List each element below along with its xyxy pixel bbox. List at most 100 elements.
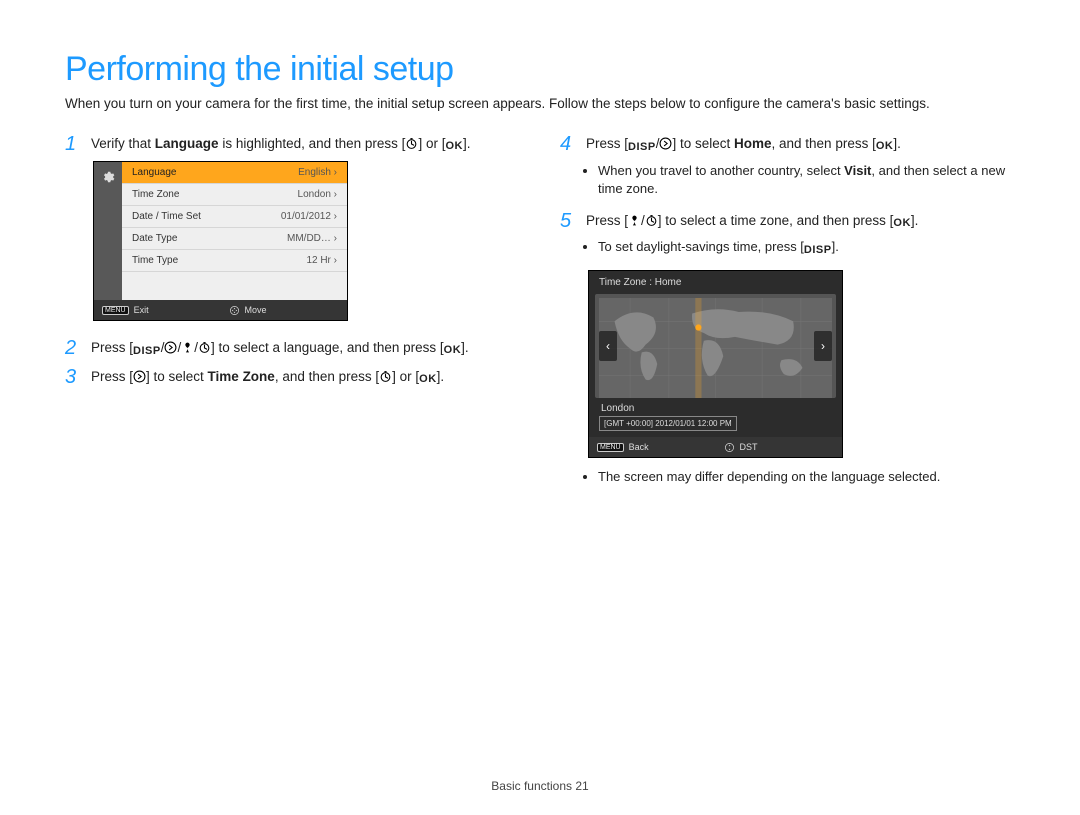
dpad-icon	[229, 305, 240, 316]
bold-language: Language	[155, 136, 219, 151]
row-value: London ›	[298, 189, 337, 200]
step-number: 1	[65, 133, 81, 155]
disp-icon: DISP	[804, 243, 832, 258]
row-label: Date Type	[132, 233, 177, 244]
macro-icon	[181, 341, 194, 354]
world-map: ‹ ›	[595, 294, 836, 398]
content-columns: 1 Verify that Language is highlighted, a…	[65, 133, 1015, 498]
dpad-icon	[724, 442, 735, 453]
text: Press [	[586, 136, 628, 151]
right-arrow-icon	[133, 370, 146, 383]
row-language[interactable]: Language English ›	[122, 162, 347, 184]
row-label: Date / Time Set	[132, 211, 201, 222]
row-label: Time Zone	[132, 189, 179, 200]
bullet: When you travel to another country, sele…	[598, 162, 1015, 198]
step-number: 4	[560, 133, 576, 155]
text: ].	[893, 136, 901, 151]
row-datetype[interactable]: Date Type MM/DD… ›	[122, 228, 347, 250]
page-title: Performing the initial setup	[65, 50, 1015, 89]
text: Press [	[91, 340, 133, 355]
footer-section: Basic functions	[491, 779, 575, 793]
row-datetime[interactable]: Date / Time Set 01/01/2012 ›	[122, 206, 347, 228]
text: ] or [	[418, 136, 445, 151]
row-value: MM/DD… ›	[287, 233, 337, 244]
prev-zone-button[interactable]: ‹	[599, 331, 617, 361]
row-value: 12 Hr ›	[306, 255, 337, 266]
tz-footer-back[interactable]: MENU Back	[589, 437, 716, 457]
tz-gmt: [GMT +00:00] 2012/01/01 12:00 PM	[599, 416, 737, 431]
disp-icon: DISP	[628, 140, 656, 155]
footer-label: Move	[245, 305, 267, 315]
row-label: Time Type	[132, 255, 178, 266]
text: ] to select a time zone, and then press …	[658, 213, 894, 228]
tz-footer-dst[interactable]: DST	[716, 437, 843, 457]
text: is highlighted, and then press [	[219, 136, 406, 151]
text: ].	[911, 213, 919, 228]
step-text: Press [DISP///] to select a language, an…	[91, 337, 469, 359]
text: Verify that	[91, 136, 155, 151]
step-number: 5	[560, 210, 576, 232]
intro-text: When you turn on your camera for the fir…	[65, 95, 1015, 113]
text: To set daylight-savings time, press [	[598, 239, 804, 254]
row-timetype[interactable]: Time Type 12 Hr ›	[122, 250, 347, 272]
text: ].	[832, 239, 839, 254]
text: ].	[437, 369, 445, 384]
text: Press [	[91, 369, 133, 384]
step-4-bullets: When you travel to another country, sele…	[598, 162, 1015, 198]
next-zone-button[interactable]: ›	[814, 331, 832, 361]
text: ] to select a language, and then press [	[211, 340, 444, 355]
right-arrow-icon	[659, 137, 672, 150]
bullet: The screen may differ depending on the l…	[598, 468, 1015, 486]
text: ].	[461, 340, 469, 355]
footer-label: Exit	[134, 305, 149, 315]
bold-timezone: Time Zone	[208, 369, 275, 384]
menu-icon: MENU	[597, 443, 624, 452]
step-5-bullets-2: The screen may differ depending on the l…	[598, 468, 1015, 486]
macro-icon	[628, 214, 641, 227]
world-map-icon	[599, 298, 832, 398]
step-5: 5 Press [/] to select a time zone, and t…	[560, 210, 1015, 232]
row-label: Language	[132, 167, 177, 178]
text: ] to select	[672, 136, 734, 151]
timer-icon	[379, 370, 392, 383]
ok-icon: OK	[444, 343, 462, 358]
row-timezone[interactable]: Time Zone London ›	[122, 184, 347, 206]
text: ].	[463, 136, 471, 151]
row-value: 01/01/2012 ›	[281, 211, 337, 222]
footer-move[interactable]: Move	[221, 300, 348, 320]
settings-rows: Language English › Time Zone London › Da…	[122, 162, 347, 300]
step-text: Press [DISP/] to select Home, and then p…	[586, 133, 901, 155]
ok-icon: OK	[893, 216, 911, 231]
tz-city: London	[589, 398, 842, 416]
step-5-bullets-1: To set daylight-savings time, press [DIS…	[598, 238, 1015, 258]
ok-icon: OK	[445, 139, 463, 154]
bold-visit: Visit	[844, 163, 871, 178]
step-text: Press [/] to select a time zone, and the…	[586, 210, 918, 232]
row-empty	[122, 272, 347, 300]
step-number: 3	[65, 366, 81, 388]
step-text: Press [ ] to select Time Zone, and then p…	[91, 366, 444, 388]
left-column: 1 Verify that Language is highlighted, a…	[65, 133, 520, 498]
footer-page: 21	[575, 779, 588, 793]
step-3: 3 Press [ ] to select Time Zone, and then…	[65, 366, 520, 388]
bold-home: Home	[734, 136, 772, 151]
text: , and then press [	[772, 136, 876, 151]
text: ] to select	[146, 369, 208, 384]
settings-side-tab	[94, 162, 122, 300]
timezone-panel: Time Zone : Home ‹	[588, 270, 843, 458]
footer-exit[interactable]: MENU Exit	[94, 300, 221, 320]
gear-icon	[101, 170, 115, 184]
text: , and then press [	[275, 369, 379, 384]
step-4: 4 Press [DISP/] to select Home, and then…	[560, 133, 1015, 155]
text: Press [	[586, 213, 628, 228]
footer-label: DST	[740, 442, 758, 452]
step-text: Verify that Language is highlighted, and…	[91, 133, 470, 155]
footer-label: Back	[629, 442, 649, 452]
text: ] or [	[392, 369, 419, 384]
right-column: 4 Press [DISP/] to select Home, and then…	[560, 133, 1015, 498]
menu-icon: MENU	[102, 306, 129, 315]
text: When you travel to another country, sele…	[598, 163, 844, 178]
page-footer: Basic functions 21	[0, 779, 1080, 793]
step-2: 2 Press [DISP///] to select a language, …	[65, 337, 520, 359]
timer-icon	[198, 341, 211, 354]
